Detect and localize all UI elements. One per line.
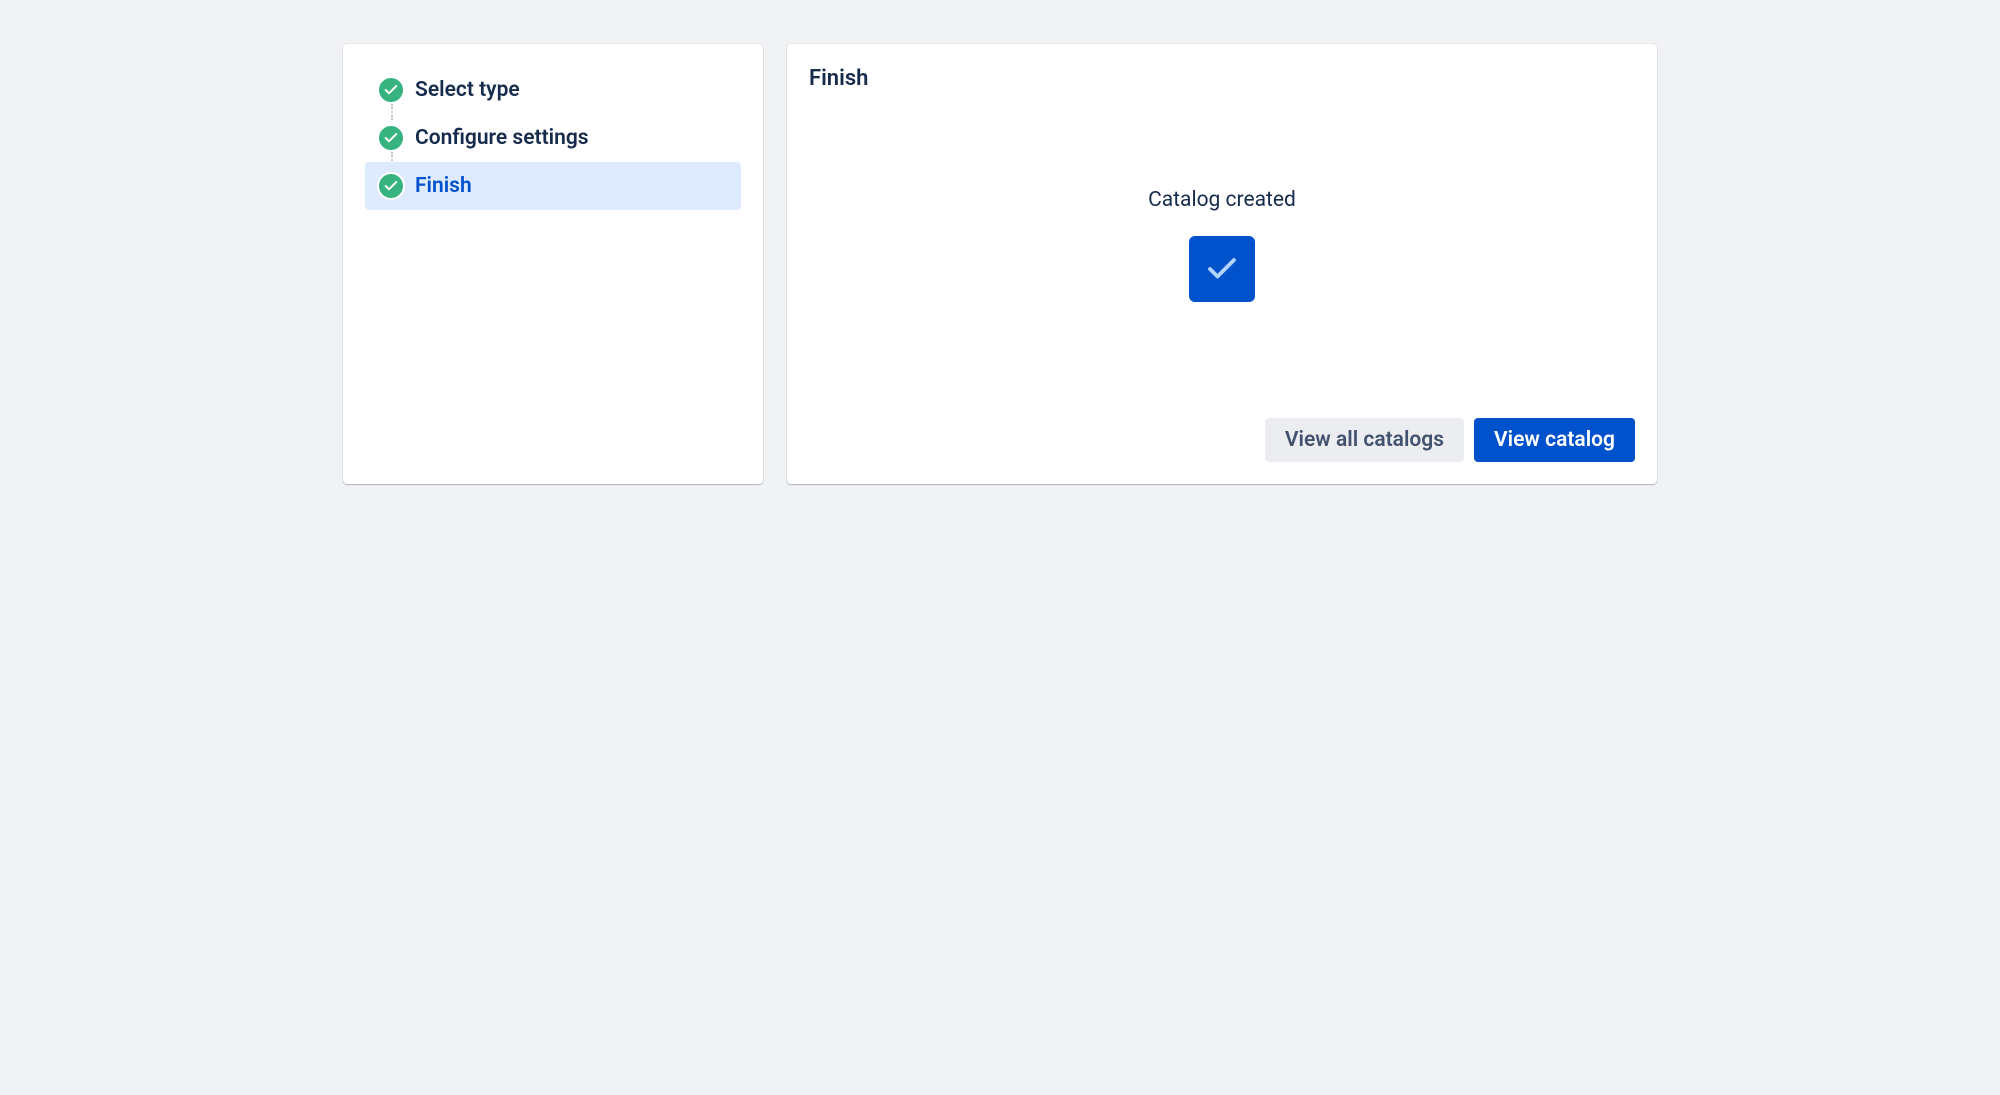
success-check-icon — [1189, 236, 1255, 302]
panel-actions: View all catalogs View catalog — [809, 418, 1635, 462]
step-list: Select type Configure settings — [365, 66, 741, 210]
check-circle-icon — [377, 76, 405, 104]
wizard-main-panel: Finish Catalog created View all catalogs… — [787, 44, 1657, 484]
check-circle-icon — [377, 172, 405, 200]
view-catalog-button[interactable]: View catalog — [1474, 418, 1635, 462]
view-all-catalogs-button[interactable]: View all catalogs — [1265, 418, 1464, 462]
wizard-steps-sidebar: Select type Configure settings — [343, 44, 763, 484]
check-circle-icon — [377, 124, 405, 152]
step-item-configure-settings[interactable]: Configure settings — [365, 114, 741, 162]
status-message: Catalog created — [1148, 188, 1296, 212]
step-item-finish[interactable]: Finish — [365, 162, 741, 210]
step-item-select-type[interactable]: Select type — [365, 66, 741, 114]
step-label: Finish — [415, 174, 472, 198]
panel-content: Catalog created — [809, 71, 1635, 418]
step-label: Select type — [415, 78, 520, 102]
wizard-container: Select type Configure settings — [0, 0, 2000, 484]
step-label: Configure settings — [415, 126, 589, 150]
